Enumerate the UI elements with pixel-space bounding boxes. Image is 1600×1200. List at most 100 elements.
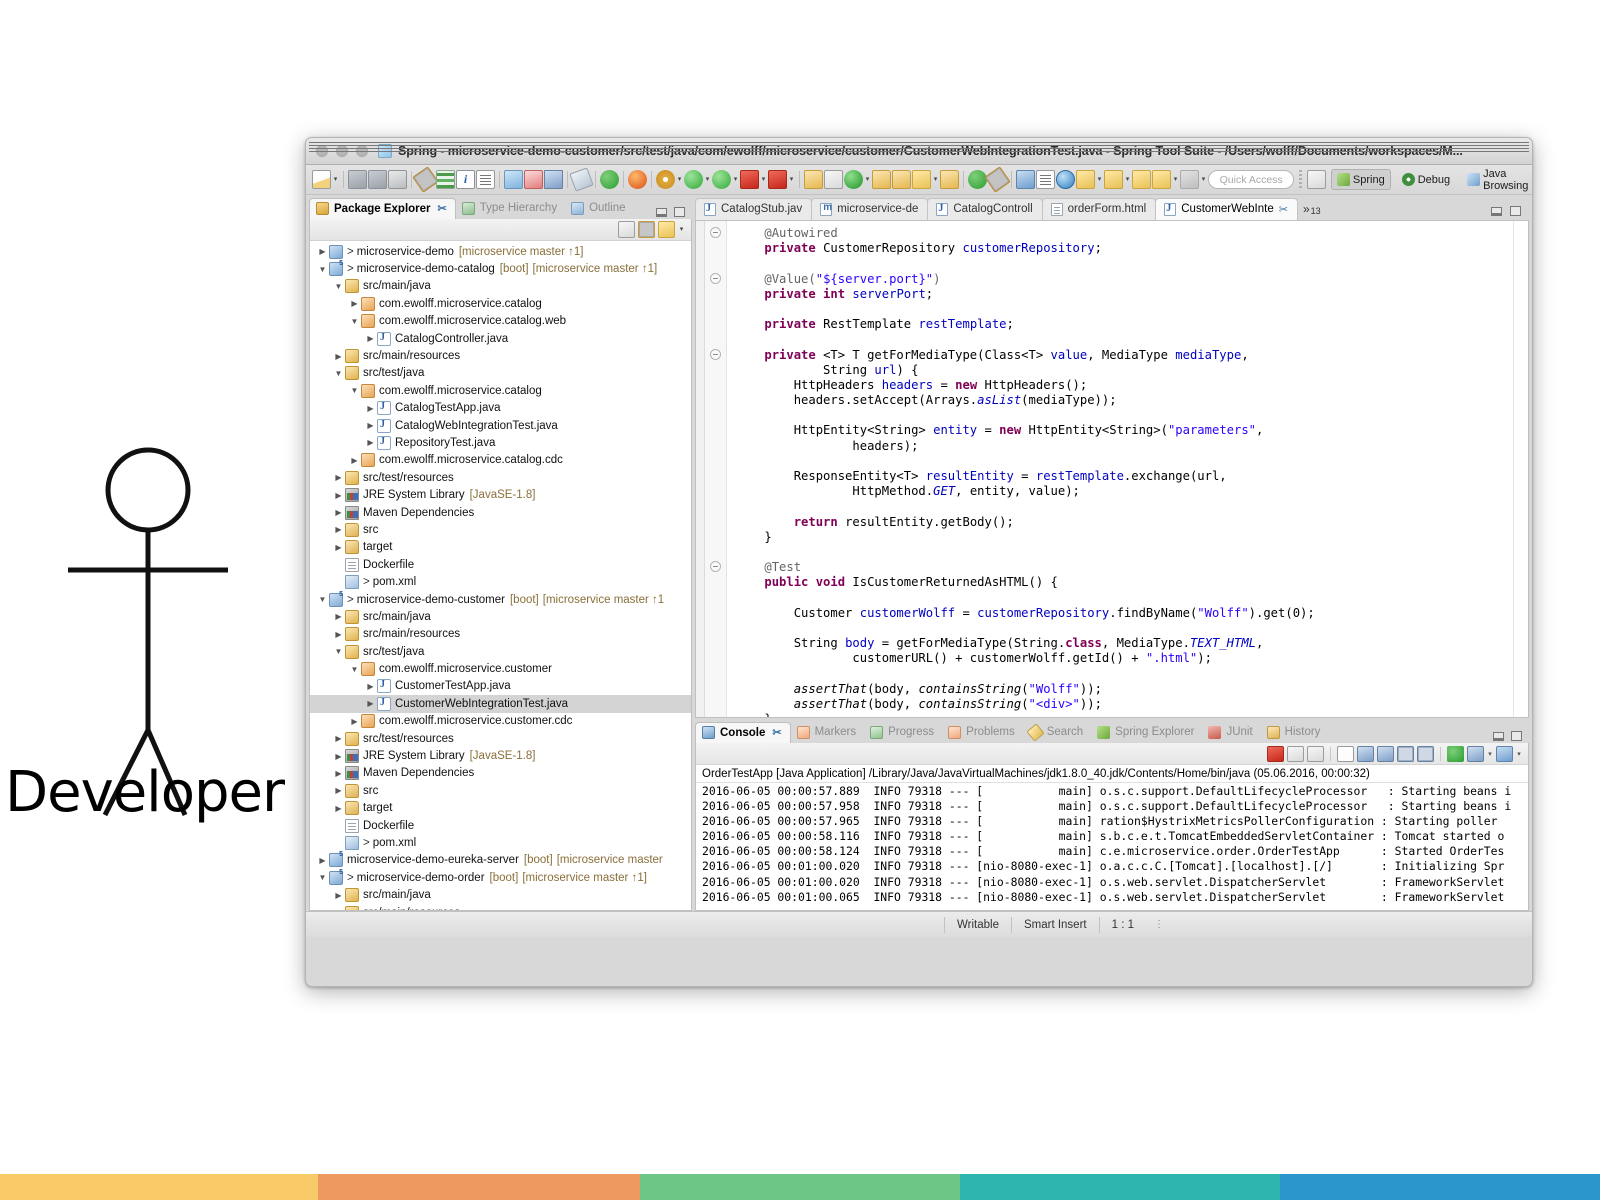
upload-icon[interactable] xyxy=(1104,170,1123,189)
external-tools-dropdown-arrow[interactable]: ▾ xyxy=(676,170,683,189)
zoom-button[interactable] xyxy=(356,145,368,157)
globe-icon[interactable] xyxy=(1056,170,1075,189)
tree-twisty-icon[interactable]: ▼ xyxy=(348,313,361,330)
perspective-debug[interactable]: Debug xyxy=(1396,169,1456,190)
minimize-button[interactable] xyxy=(336,145,348,157)
tree-twisty-icon[interactable]: ▶ xyxy=(364,417,377,434)
console-toolbar[interactable]: ▾ ▾ xyxy=(696,743,1528,765)
open-resource-icon[interactable] xyxy=(892,170,911,189)
bottom-view-tabbar[interactable]: Console ✂ Markers Progress Problems Search Spr… xyxy=(695,721,1529,743)
tree-item[interactable]: ▶ > microservice-demo [microservice master… xyxy=(310,243,691,260)
open-perspective-icon[interactable] xyxy=(1306,170,1326,189)
project-tree[interactable]: ▶ > microservice-demo [microservice master… xyxy=(310,241,691,910)
coverage-icon[interactable] xyxy=(768,170,787,189)
tree-twisty-icon[interactable]: ▼ xyxy=(332,365,345,382)
tree-item[interactable]: ▼ > microservice-demo-customer [boot][micr… xyxy=(310,591,691,608)
info-icon[interactable]: i xyxy=(456,170,475,189)
debug-dropdown-arrow[interactable]: ▾ xyxy=(732,170,739,189)
tree-twisty-icon[interactable]: ▼ xyxy=(316,261,329,278)
tree-item[interactable]: ▶ src xyxy=(310,521,691,538)
web-browser-icon[interactable] xyxy=(1016,170,1035,189)
editor-tabbar[interactable]: CatalogStub.jav microservice-de CatalogCon… xyxy=(695,197,1529,220)
tree-item[interactable]: ▶ com.ewolff.microservice.catalog xyxy=(310,295,691,312)
open-type-icon[interactable] xyxy=(804,170,823,189)
editor-tab-catalogcontroll[interactable]: CatalogControll xyxy=(927,198,1043,220)
tree-item[interactable]: ▶ com.ewolff.microservice.customer.cdc xyxy=(310,713,691,730)
run-icon[interactable] xyxy=(684,170,703,189)
download-dropdown-arrow[interactable]: ▾ xyxy=(1096,170,1103,189)
tree-item[interactable]: ▶ src/test/resources xyxy=(310,469,691,486)
console-menu-arrow-icon[interactable]: ▾ xyxy=(1487,750,1493,758)
editor-overview-ruler[interactable] xyxy=(1513,221,1528,717)
tree-item[interactable]: ▶ src/main/resources xyxy=(310,347,691,364)
forward-icon[interactable] xyxy=(1152,170,1171,189)
display-selected-console-icon[interactable] xyxy=(1447,745,1464,762)
tree-twisty-icon[interactable]: ▶ xyxy=(332,626,345,643)
fold-toggle-icon[interactable] xyxy=(705,348,726,364)
download-icon[interactable] xyxy=(1076,170,1095,189)
open-console-icon[interactable] xyxy=(1337,745,1354,762)
close-icon[interactable]: ✂ xyxy=(772,726,781,739)
quick-access-input[interactable]: Quick Access xyxy=(1208,170,1295,189)
outline-icon[interactable] xyxy=(968,170,987,189)
tree-twisty-icon[interactable]: ▶ xyxy=(332,539,345,556)
tree-twisty-icon[interactable]: ▶ xyxy=(332,608,345,625)
search-icon[interactable] xyxy=(912,170,931,189)
tree-twisty-icon[interactable]: ▼ xyxy=(316,591,329,608)
minimize-editor-button[interactable] xyxy=(1491,206,1502,216)
tree-item[interactable]: > pom.xml xyxy=(310,834,691,851)
terminate-icon[interactable] xyxy=(1267,745,1284,762)
forward-dropdown-arrow[interactable]: ▾ xyxy=(1172,170,1179,189)
maximize-view-button[interactable] xyxy=(674,207,685,217)
next-annotation-icon[interactable] xyxy=(1180,170,1199,189)
show-console-on-output-icon[interactable] xyxy=(1397,745,1414,762)
external-tools-icon[interactable] xyxy=(656,170,675,189)
tree-item[interactable]: ▶ target xyxy=(310,800,691,817)
editor-view-controls[interactable] xyxy=(1491,206,1529,220)
run-spring-icon[interactable] xyxy=(600,170,619,189)
remove-launch-icon[interactable] xyxy=(1287,745,1304,762)
spring-boot-dashboard-icon[interactable] xyxy=(436,170,455,189)
git-dropdown-arrow[interactable]: ▾ xyxy=(864,170,871,189)
coverage-dropdown-arrow[interactable]: ▾ xyxy=(788,170,795,189)
tree-twisty-icon[interactable]: ▶ xyxy=(332,782,345,799)
tab-outline[interactable]: Outline xyxy=(565,198,633,219)
scroll-lock-icon[interactable] xyxy=(1377,745,1394,762)
text-icon[interactable] xyxy=(1036,170,1055,189)
tab-problems[interactable]: Problems xyxy=(942,722,1023,743)
maximize-console-button[interactable] xyxy=(1511,731,1522,741)
tree-item[interactable]: > pom.xml xyxy=(310,573,691,590)
properties-icon[interactable] xyxy=(476,170,495,189)
tree-item[interactable]: ▼ com.ewolff.microservice.catalog xyxy=(310,382,691,399)
tree-twisty-icon[interactable]: ▼ xyxy=(332,278,345,295)
code-content[interactable]: @Autowired private CustomerRepository cu… xyxy=(727,221,1513,717)
open-console-menu-icon[interactable] xyxy=(1467,745,1484,762)
collapse-all-icon[interactable] xyxy=(618,221,635,238)
new-console-view-arrow-icon[interactable]: ▾ xyxy=(1516,750,1522,758)
tab-type-hierarchy[interactable]: Type Hierarchy xyxy=(456,198,565,219)
tree-twisty-icon[interactable]: ▶ xyxy=(332,887,345,904)
tree-twisty-icon[interactable]: ▶ xyxy=(364,678,377,695)
tree-twisty-icon[interactable]: ▶ xyxy=(332,348,345,365)
tree-item[interactable]: ▼ src/main/resources xyxy=(310,904,691,910)
close-icon[interactable]: ✂ xyxy=(438,202,447,215)
export-icon[interactable] xyxy=(504,170,523,189)
main-toolbar[interactable]: ▾ i ▾ ▾ ▾ ▾ ▾ ▾ ▾ ▾ ▾ ▾ ▾ Quick Access S… xyxy=(306,165,1532,195)
status-menu-dots[interactable]: ⋮ xyxy=(1154,919,1165,930)
tree-item[interactable]: ▶ JRE System Library [JavaSE-1.8] xyxy=(310,747,691,764)
tree-twisty-icon[interactable]: ▶ xyxy=(364,434,377,451)
editor-tab-orderform-html[interactable]: orderForm.html xyxy=(1041,198,1157,220)
git-icon[interactable] xyxy=(844,170,863,189)
tree-item[interactable]: ▶ Maven Dependencies xyxy=(310,765,691,782)
tree-twisty-icon[interactable]: ▶ xyxy=(332,504,345,521)
tree-twisty-icon[interactable]: ▶ xyxy=(348,713,361,730)
tab-history[interactable]: History xyxy=(1261,722,1329,743)
maximize-editor-button[interactable] xyxy=(1510,206,1521,216)
tab-junit[interactable]: JUnit xyxy=(1202,722,1260,743)
new-package-icon[interactable] xyxy=(824,170,843,189)
back-icon[interactable] xyxy=(1132,170,1151,189)
tree-item[interactable]: ▼ src/main/java xyxy=(310,278,691,295)
tree-item[interactable]: ▼ > microservice-demo-order [boot][microse… xyxy=(310,869,691,886)
perspective-java-browsing[interactable]: Java Browsing xyxy=(1461,168,1532,192)
fold-toggle-icon[interactable] xyxy=(705,561,726,576)
